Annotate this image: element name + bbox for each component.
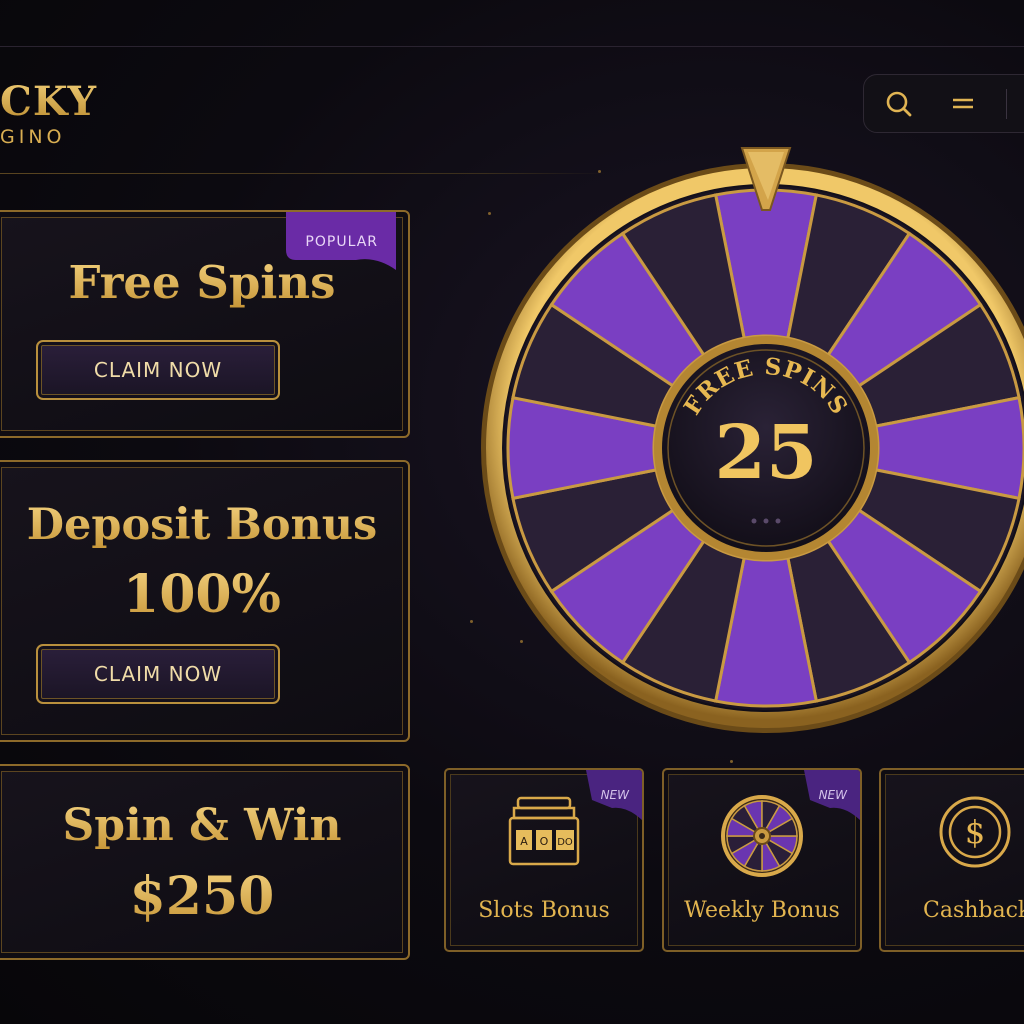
offer-card-deposit-bonus: Deposit Bonus 100% CLAIM NOW [0, 460, 410, 742]
slot-machine-icon: A O DO [508, 796, 580, 866]
new-badge: NEW [818, 788, 847, 802]
prize-wheel[interactable]: FREE SPINS 25 [478, 140, 1024, 740]
popular-badge: POPULAR [305, 234, 378, 250]
tile-label: Weekly Bonus [684, 898, 840, 923]
offer-value: 100% [0, 564, 408, 625]
brand-subtitle: GINO [0, 126, 66, 148]
new-badge: NEW [600, 788, 629, 802]
svg-text:DO: DO [557, 837, 573, 848]
offer-value: $250 [0, 866, 408, 927]
offer-title: Deposit Bonus [0, 500, 408, 550]
menu-icon[interactable] [948, 89, 978, 119]
wheel-icon [721, 795, 803, 877]
offer-card-spin-win[interactable]: Spin & Win $250 [0, 764, 410, 960]
svg-text:A: A [520, 835, 528, 848]
brand-logo[interactable]: CKY [0, 78, 97, 125]
offer-card-free-spins: POPULAR Free Spins CLAIM NOW [0, 210, 410, 438]
hub-dot [775, 518, 781, 524]
sparkle [520, 640, 523, 643]
offer-title: Spin & Win [0, 800, 408, 851]
offer-title: Free Spins [0, 256, 408, 309]
sparkle [730, 760, 733, 763]
top-toolbar [863, 74, 1024, 133]
sparkle [598, 170, 601, 173]
tile-cashback[interactable]: $ Cashback [879, 768, 1024, 952]
search-icon[interactable] [884, 89, 914, 119]
toolbar-divider [1006, 89, 1007, 119]
claim-now-button[interactable]: CLAIM NOW [36, 644, 280, 704]
hub-dot [763, 518, 769, 524]
claim-now-button[interactable]: CLAIM NOW [36, 340, 280, 400]
tile-slots-bonus[interactable]: NEW A O DO Slots Bonus [444, 768, 644, 952]
hub-dot [751, 518, 757, 524]
dollar-coin-icon: $ [939, 796, 1011, 868]
sparkle [488, 212, 491, 215]
svg-text:$: $ [965, 813, 985, 851]
tile-weekly-bonus[interactable]: NEW Weekly Bonus [662, 768, 862, 952]
svg-text:O: O [540, 835, 549, 848]
tile-label: Cashback [923, 898, 1024, 923]
sparkle [470, 620, 473, 623]
top-divider [0, 46, 1024, 47]
wheel-center-value: 25 [715, 410, 818, 496]
tile-label: Slots Bonus [478, 898, 610, 923]
